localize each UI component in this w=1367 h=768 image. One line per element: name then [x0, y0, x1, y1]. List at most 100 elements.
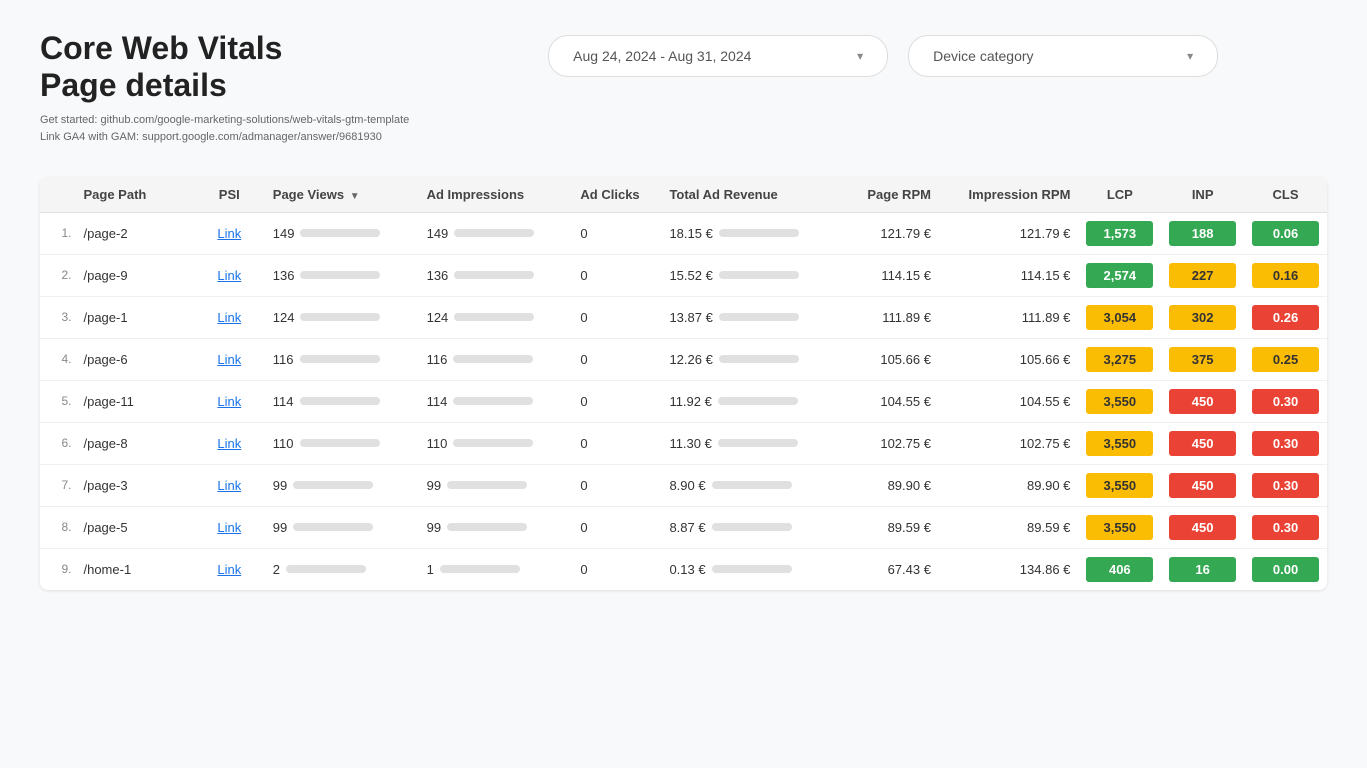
row-cls: 0.30	[1244, 464, 1327, 506]
row-lcp: 3,550	[1078, 506, 1161, 548]
row-ai: 99	[419, 506, 573, 548]
row-index: 9.	[40, 548, 75, 590]
row-tar: 0.13 €	[661, 548, 820, 590]
row-ac: 0	[572, 506, 661, 548]
row-prpm: 102.75 €	[821, 422, 939, 464]
row-ai: 124	[419, 296, 573, 338]
row-ac: 0	[572, 296, 661, 338]
row-path: /page-6	[75, 338, 193, 380]
row-psi[interactable]: Link	[194, 464, 265, 506]
row-ac: 0	[572, 212, 661, 254]
date-filter-label: Aug 24, 2024 - Aug 31, 2024	[573, 48, 751, 64]
row-irpm: 89.90 €	[939, 464, 1078, 506]
row-pv: 136	[265, 254, 419, 296]
row-ac: 0	[572, 338, 661, 380]
row-irpm: 104.55 €	[939, 380, 1078, 422]
row-tar: 15.52 €	[661, 254, 820, 296]
row-ac: 0	[572, 422, 661, 464]
row-pv: 114	[265, 380, 419, 422]
row-ai: 149	[419, 212, 573, 254]
date-filter-dropdown[interactable]: Aug 24, 2024 - Aug 31, 2024 ▾	[548, 35, 888, 77]
row-ac: 0	[572, 464, 661, 506]
row-cls: 0.16	[1244, 254, 1327, 296]
row-lcp: 3,550	[1078, 422, 1161, 464]
row-lcp: 3,550	[1078, 464, 1161, 506]
row-path: /page-11	[75, 380, 193, 422]
row-ai: 110	[419, 422, 573, 464]
row-psi[interactable]: Link	[194, 212, 265, 254]
row-cls: 0.25	[1244, 338, 1327, 380]
sort-arrow: ▼	[350, 191, 360, 202]
col-header-psi: PSI	[194, 177, 265, 213]
col-header-ac: Ad Clicks	[572, 177, 661, 213]
row-lcp: 406	[1078, 548, 1161, 590]
row-pv: 99	[265, 506, 419, 548]
row-cls: 0.00	[1244, 548, 1327, 590]
table-row: 8. /page-5 Link 99 99 0 8.87 € 89.59 € 8…	[40, 506, 1327, 548]
row-pv: 149	[265, 212, 419, 254]
row-pv: 110	[265, 422, 419, 464]
row-pv: 2	[265, 548, 419, 590]
row-inp: 302	[1161, 296, 1244, 338]
table-row: 9. /home-1 Link 2 1 0 0.13 € 67.43 € 134…	[40, 548, 1327, 590]
row-tar: 13.87 €	[661, 296, 820, 338]
device-filter-dropdown[interactable]: Device category ▾	[908, 35, 1218, 77]
row-path: /page-1	[75, 296, 193, 338]
table-header-row: Page Path PSI Page Views ▼ Ad Impression…	[40, 177, 1327, 213]
table-row: 2. /page-9 Link 136 136 0 15.52 € 114.15…	[40, 254, 1327, 296]
col-header-irpm: Impression RPM	[939, 177, 1078, 213]
col-header-lcp: LCP	[1078, 177, 1161, 213]
row-index: 4.	[40, 338, 75, 380]
row-psi[interactable]: Link	[194, 296, 265, 338]
table-row: 1. /page-2 Link 149 149 0 18.15 € 121.79…	[40, 212, 1327, 254]
row-prpm: 89.90 €	[821, 464, 939, 506]
row-prpm: 89.59 €	[821, 506, 939, 548]
row-psi[interactable]: Link	[194, 506, 265, 548]
row-pv: 99	[265, 464, 419, 506]
row-tar: 11.92 €	[661, 380, 820, 422]
row-path: /page-3	[75, 464, 193, 506]
row-tar: 8.90 €	[661, 464, 820, 506]
device-filter-arrow: ▾	[1187, 49, 1193, 63]
row-ac: 0	[572, 548, 661, 590]
row-psi[interactable]: Link	[194, 338, 265, 380]
row-pv: 116	[265, 338, 419, 380]
row-index: 8.	[40, 506, 75, 548]
row-prpm: 111.89 €	[821, 296, 939, 338]
row-psi[interactable]: Link	[194, 254, 265, 296]
row-index: 5.	[40, 380, 75, 422]
row-index: 1.	[40, 212, 75, 254]
row-irpm: 121.79 €	[939, 212, 1078, 254]
data-table-container: Page Path PSI Page Views ▼ Ad Impression…	[40, 177, 1327, 590]
row-lcp: 3,054	[1078, 296, 1161, 338]
table-row: 7. /page-3 Link 99 99 0 8.90 € 89.90 € 8…	[40, 464, 1327, 506]
row-ac: 0	[572, 254, 661, 296]
row-cls: 0.06	[1244, 212, 1327, 254]
col-header-cls: CLS	[1244, 177, 1327, 213]
row-tar: 18.15 €	[661, 212, 820, 254]
col-header-idx	[40, 177, 75, 213]
row-path: /page-8	[75, 422, 193, 464]
row-irpm: 102.75 €	[939, 422, 1078, 464]
row-inp: 450	[1161, 380, 1244, 422]
row-psi[interactable]: Link	[194, 380, 265, 422]
header-section: Core Web Vitals Page details Get started…	[40, 30, 1327, 147]
data-table: Page Path PSI Page Views ▼ Ad Impression…	[40, 177, 1327, 590]
row-ai: 99	[419, 464, 573, 506]
row-path: /page-9	[75, 254, 193, 296]
table-body: 1. /page-2 Link 149 149 0 18.15 € 121.79…	[40, 212, 1327, 590]
page-title: Core Web Vitals Page details	[40, 30, 409, 104]
row-psi[interactable]: Link	[194, 422, 265, 464]
row-psi[interactable]: Link	[194, 548, 265, 590]
col-header-pv[interactable]: Page Views ▼	[265, 177, 419, 213]
table-row: 4. /page-6 Link 116 116 0 12.26 € 105.66…	[40, 338, 1327, 380]
row-cls: 0.30	[1244, 380, 1327, 422]
row-index: 6.	[40, 422, 75, 464]
row-pv: 124	[265, 296, 419, 338]
row-ai: 1	[419, 548, 573, 590]
row-prpm: 67.43 €	[821, 548, 939, 590]
row-inp: 375	[1161, 338, 1244, 380]
row-prpm: 105.66 €	[821, 338, 939, 380]
row-prpm: 114.15 €	[821, 254, 939, 296]
table-row: 6. /page-8 Link 110 110 0 11.30 € 102.75…	[40, 422, 1327, 464]
